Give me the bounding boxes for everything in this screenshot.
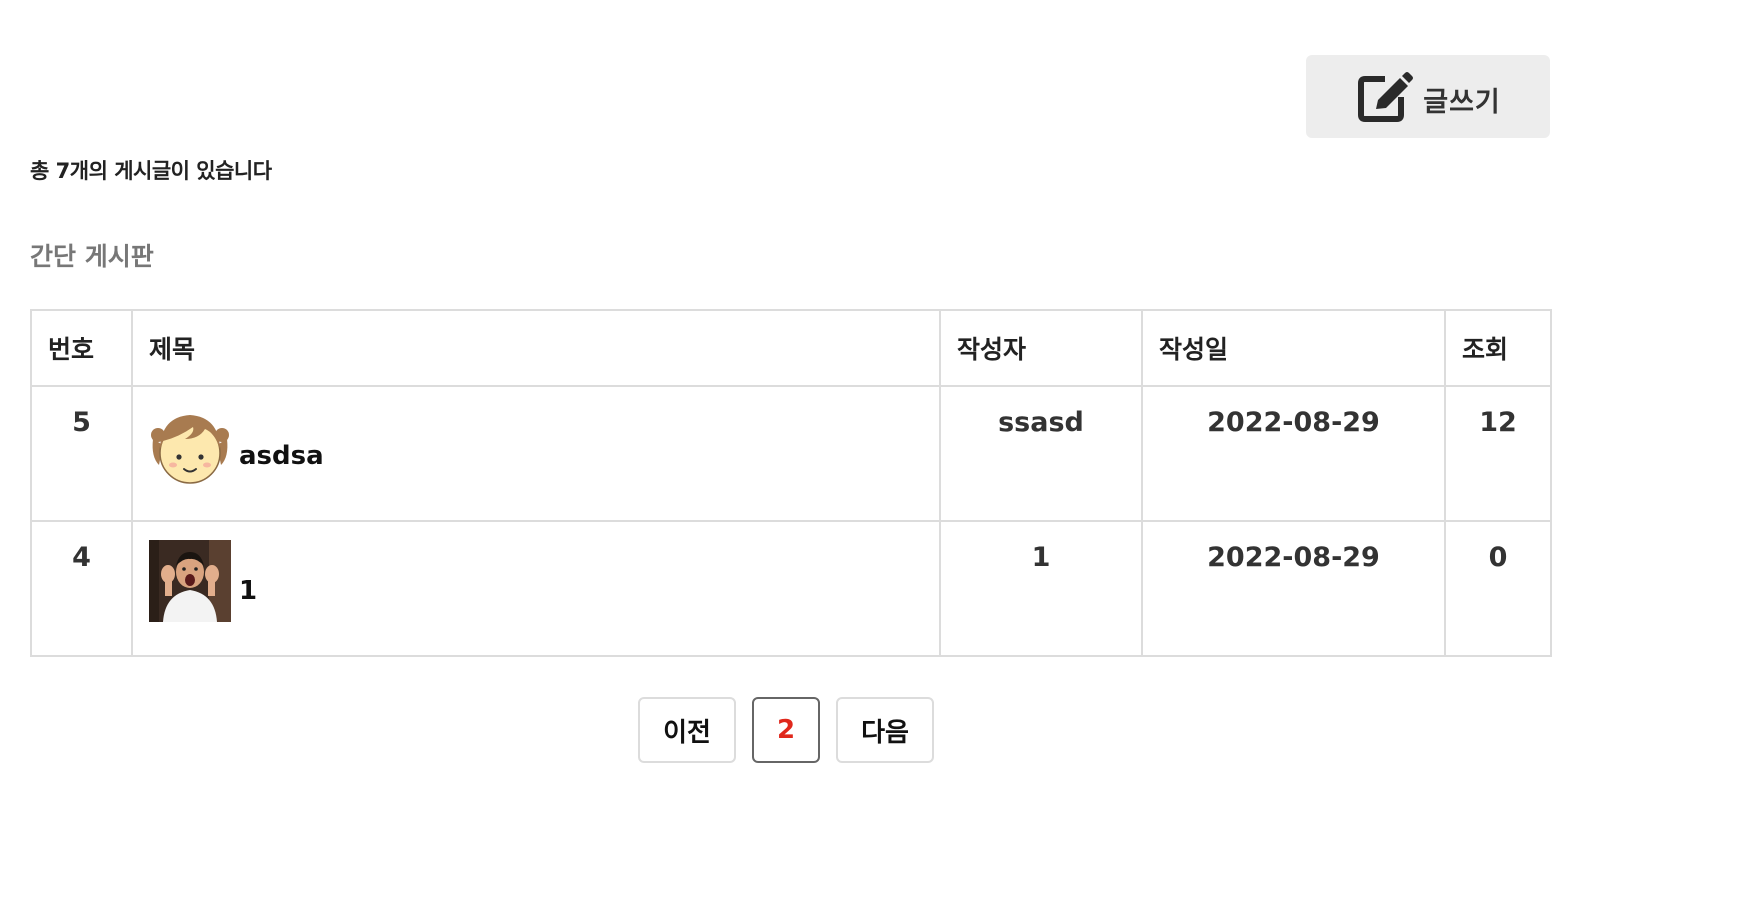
- board-title: 간단 게시판: [30, 242, 154, 271]
- board-page: 글쓰기 총 7개의 게시글이 있습니다 간단 게시판 번호 제목 작성자 작성일…: [0, 0, 1740, 920]
- girl-cartoon-thumbnail[interactable]: [149, 405, 231, 487]
- column-header-title: 제목: [131, 309, 941, 387]
- row-date: 2022-08-29: [1141, 385, 1446, 522]
- row-title-cell[interactable]: asdsa: [131, 385, 941, 522]
- table-row[interactable]: 4 1 1 2022-08-29 0: [30, 520, 1552, 657]
- row-title-cell[interactable]: 1: [131, 520, 941, 657]
- edit-icon: [1358, 71, 1414, 122]
- row-num: 5: [30, 385, 133, 522]
- post-count-text: 총 7개의 게시글이 있습니다: [30, 159, 272, 183]
- write-button[interactable]: 글쓰기: [1306, 55, 1550, 138]
- table-header-row: 번호 제목 작성자 작성일 조회: [30, 309, 1552, 387]
- table-row[interactable]: 5 asdsa ssasd 2022-08-29 12: [30, 385, 1552, 522]
- row-views: 0: [1444, 520, 1552, 657]
- row-title[interactable]: asdsa: [239, 441, 324, 487]
- person-photo-thumbnail[interactable]: [149, 540, 231, 622]
- board-table: 번호 제목 작성자 작성일 조회 5 asdsa ssasd 2022-08-2…: [30, 309, 1552, 657]
- row-num: 4: [30, 520, 133, 657]
- row-date: 2022-08-29: [1141, 520, 1446, 657]
- column-header-views: 조회: [1444, 309, 1552, 387]
- row-views: 12: [1444, 385, 1552, 522]
- column-header-author: 작성자: [939, 309, 1143, 387]
- pagination: 이전 2 다음: [638, 697, 934, 763]
- row-author: 1: [939, 520, 1143, 657]
- row-title[interactable]: 1: [239, 576, 257, 622]
- page-number-button[interactable]: 2: [752, 697, 820, 763]
- column-header-date: 작성일: [1141, 309, 1446, 387]
- next-page-button[interactable]: 다음: [836, 697, 934, 763]
- write-button-label: 글쓰기: [1423, 87, 1501, 118]
- row-author: ssasd: [939, 385, 1143, 522]
- prev-page-button[interactable]: 이전: [638, 697, 736, 763]
- column-header-num: 번호: [30, 309, 133, 387]
